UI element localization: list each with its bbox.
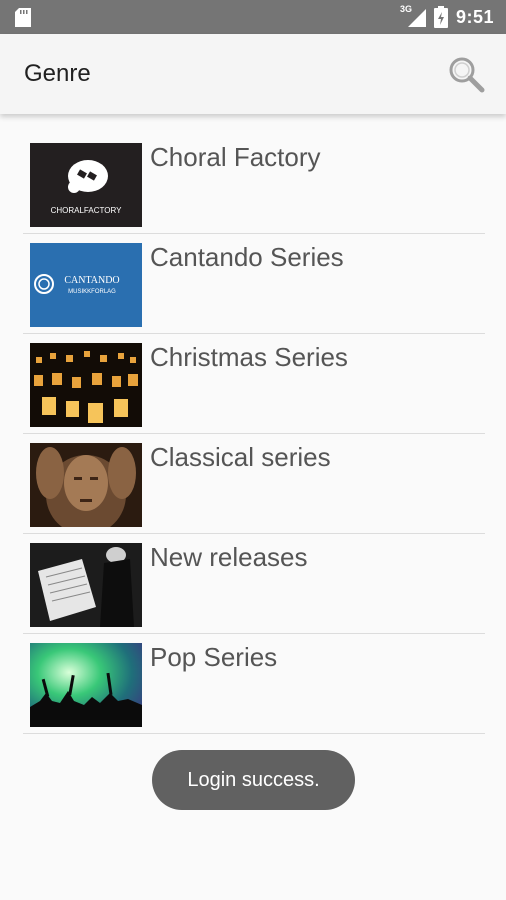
genre-item-christmas-series[interactable]: Christmas Series	[23, 334, 485, 434]
genre-item-cantando-series[interactable]: CANTANDO MUSIKKFORLAG Cantando Series	[23, 234, 485, 334]
new-releases-thumbnail	[30, 543, 142, 627]
status-bar: 3G 9:51	[0, 0, 506, 34]
battery-icon	[433, 6, 448, 28]
clock: 9:51	[455, 6, 494, 27]
search-icon[interactable]	[446, 54, 486, 94]
genre-label: Choral Factory	[150, 142, 321, 172]
genre-label: Christmas Series	[150, 342, 348, 372]
genre-label: Cantando Series	[150, 242, 344, 272]
toast-text: Login success.	[187, 768, 320, 791]
pop-series-thumbnail	[30, 643, 142, 727]
signal-icon	[407, 9, 426, 27]
classical-series-thumbnail	[30, 443, 142, 527]
cantando-series-thumbnail: CANTANDO MUSIKKFORLAG	[30, 243, 142, 327]
genre-list: CHORALFACTORY Choral Factory CANTANDO MU…	[23, 134, 485, 734]
page-title: Genre	[24, 60, 91, 87]
genre-item-choral-factory[interactable]: CHORALFACTORY Choral Factory	[23, 134, 485, 234]
christmas-series-thumbnail	[30, 343, 142, 427]
choral-factory-logo-text: CHORALFACTORY	[51, 206, 122, 215]
cantando-logo-text: CANTANDO	[64, 275, 119, 286]
genre-item-pop-series[interactable]: Pop Series	[23, 634, 485, 734]
sd-card-icon	[15, 8, 31, 27]
genre-item-classical-series[interactable]: Classical series	[23, 434, 485, 534]
choral-factory-thumbnail: CHORALFACTORY	[30, 143, 142, 227]
genre-label: Classical series	[150, 442, 331, 472]
genre-label: Pop Series	[150, 642, 278, 672]
genre-label: New releases	[150, 542, 308, 572]
cantando-logo-subtext: MUSIKKFORLAG	[68, 289, 116, 295]
app-toolbar: Genre	[0, 34, 506, 114]
genre-item-new-releases[interactable]: New releases	[23, 534, 485, 634]
toast-message: Login success.	[152, 750, 355, 810]
network-indicator: 3G	[400, 4, 426, 28]
